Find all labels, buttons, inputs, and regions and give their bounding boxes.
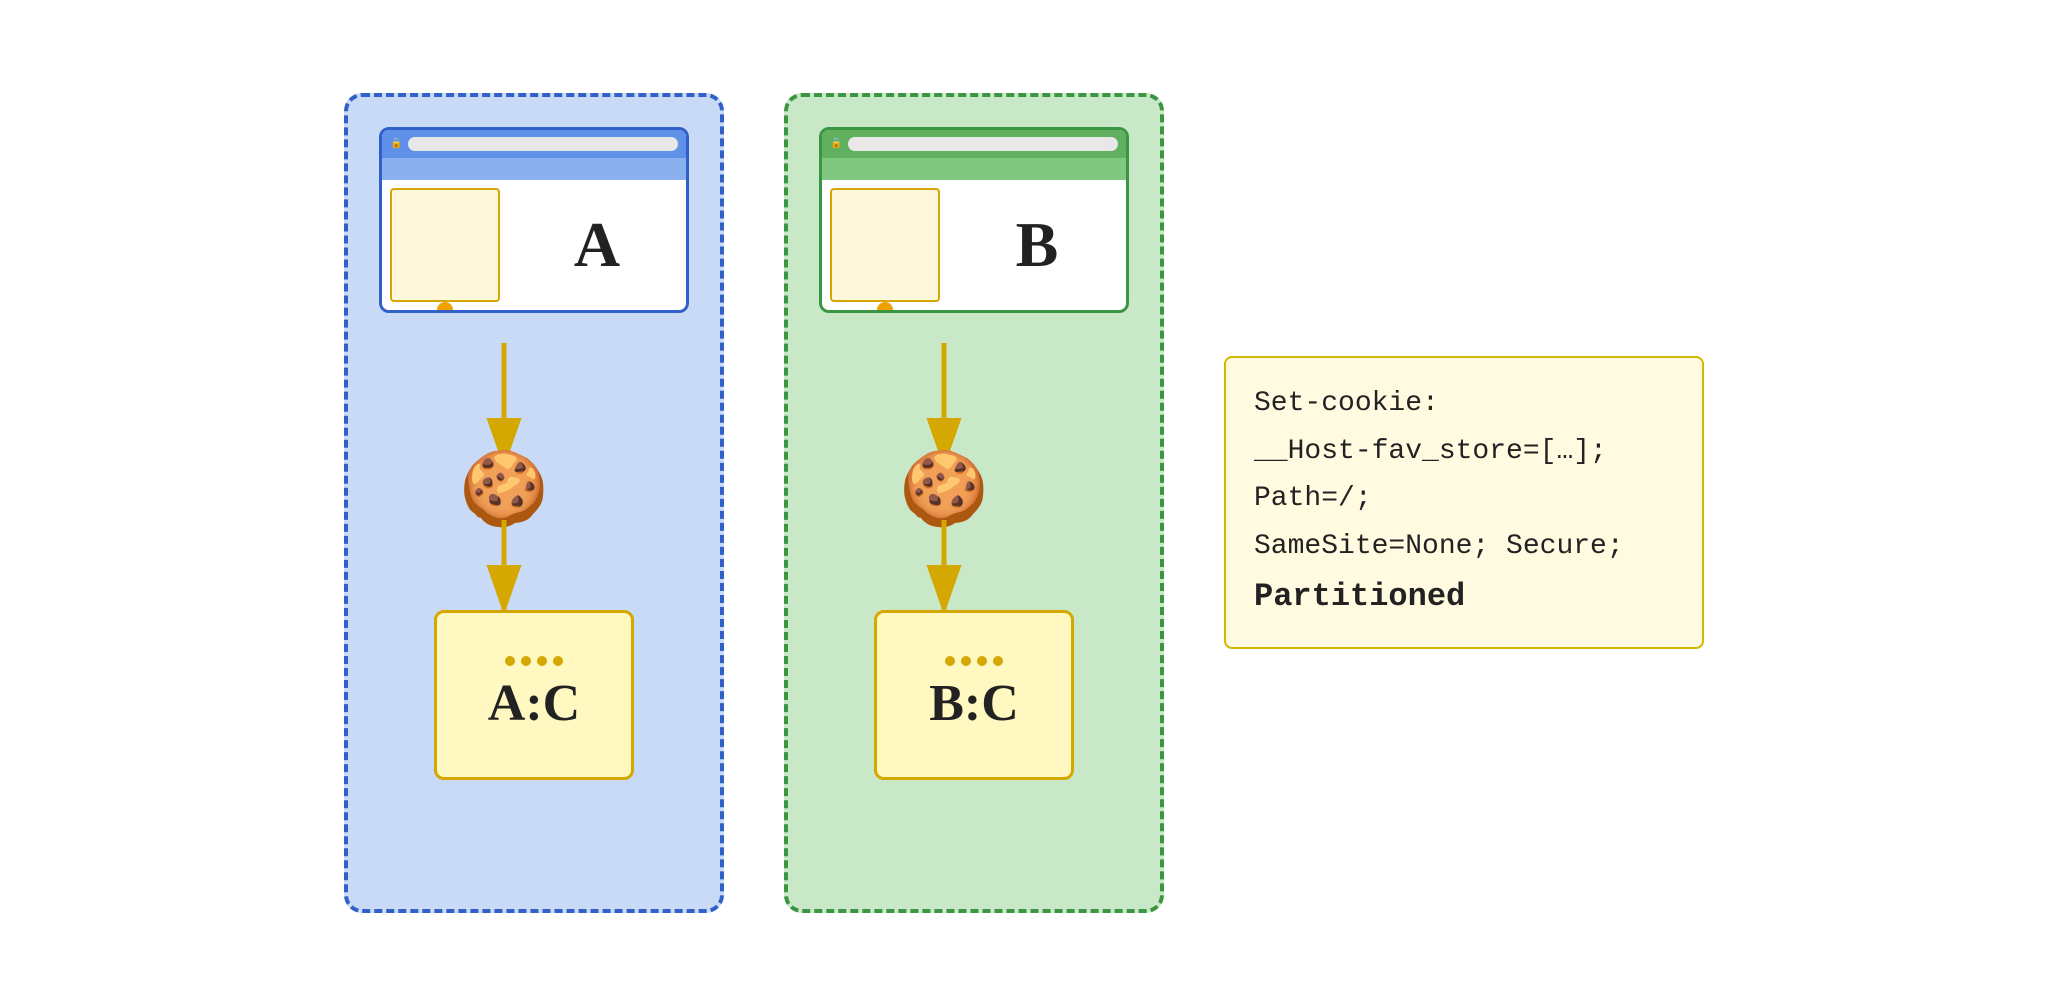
arrow-to-storage-b bbox=[884, 520, 1004, 620]
cookie-b: 🍪 bbox=[899, 453, 989, 525]
browser-content-a: A bbox=[382, 180, 686, 310]
iframe-connector-a bbox=[437, 302, 453, 313]
iframe-area-b bbox=[830, 188, 940, 302]
storage-box-b: B:C bbox=[874, 610, 1074, 780]
storage-label-b: B:C bbox=[929, 674, 1019, 733]
main-container: 🔒 A 🍪 bbox=[304, 53, 1744, 953]
browser-window-b: 🔒 B bbox=[819, 127, 1129, 313]
storage-dot-a3 bbox=[537, 656, 547, 666]
browser-titlebar-a: 🔒 bbox=[382, 130, 686, 158]
code-line-5-partitioned: Partitioned bbox=[1254, 570, 1674, 624]
code-line-4: SameSite=None; Secure; bbox=[1254, 523, 1674, 571]
storage-dot-b4 bbox=[993, 656, 1003, 666]
lock-icon-b: 🔒 bbox=[830, 138, 842, 149]
browser-toolbar-b bbox=[822, 158, 1126, 180]
code-line-3: Path=/; bbox=[1254, 475, 1674, 523]
code-box: Set-cookie: __Host-fav_store=[…]; Path=/… bbox=[1224, 356, 1704, 649]
url-bar-b bbox=[848, 137, 1118, 151]
storage-dot-b3 bbox=[977, 656, 987, 666]
cookie-a: 🍪 bbox=[459, 453, 549, 525]
storage-dot-b2 bbox=[961, 656, 971, 666]
partition-b-box: 🔒 B 🍪 bbox=[784, 93, 1164, 913]
browser-label-a: A bbox=[508, 180, 686, 310]
iframe-connector-b bbox=[877, 302, 893, 313]
storage-dot-a1 bbox=[505, 656, 515, 666]
lock-icon-a: 🔒 bbox=[390, 138, 402, 149]
code-line-1: Set-cookie: bbox=[1254, 380, 1674, 428]
storage-box-a: A:C bbox=[434, 610, 634, 780]
storage-dot-a2 bbox=[521, 656, 531, 666]
partition-a-content: 🍪 A:C bbox=[378, 343, 690, 869]
browser-window-a: 🔒 A bbox=[379, 127, 689, 313]
storage-dot-a4 bbox=[553, 656, 563, 666]
iframe-area-a bbox=[390, 188, 500, 302]
url-bar-a bbox=[408, 137, 678, 151]
storage-dot-b1 bbox=[945, 656, 955, 666]
storage-label-a: A:C bbox=[488, 674, 580, 733]
storage-dots-a bbox=[505, 656, 563, 666]
partition-a-box: 🔒 A 🍪 bbox=[344, 93, 724, 913]
arrow-to-storage-a bbox=[444, 520, 564, 620]
browser-content-b: B bbox=[822, 180, 1126, 310]
code-line-2: __Host-fav_store=[…]; bbox=[1254, 428, 1674, 476]
partition-b-content: 🍪 B:C bbox=[818, 343, 1130, 869]
browser-titlebar-b: 🔒 bbox=[822, 130, 1126, 158]
browser-label-b: B bbox=[948, 180, 1126, 310]
storage-dots-b bbox=[945, 656, 1003, 666]
browser-toolbar-a bbox=[382, 158, 686, 180]
